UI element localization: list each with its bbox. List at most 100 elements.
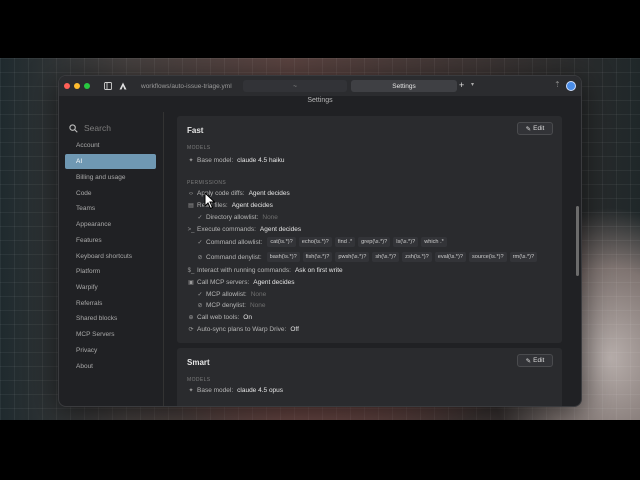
directory-allowlist-row: ✓ Directory allowlist: None bbox=[196, 214, 278, 221]
share-icon[interactable]: ⇡ bbox=[554, 80, 561, 89]
edit-button[interactable]: ✎ Edit bbox=[517, 122, 553, 135]
command-allowlist-row: ✓ Command allowlist: cat(\s.*)? echo(\s.… bbox=[196, 237, 447, 247]
minimize-window-button[interactable] bbox=[74, 83, 80, 89]
denylist-chip: eval(\s.*)? bbox=[434, 252, 466, 262]
check-icon: ✓ bbox=[197, 215, 203, 221]
code-icon: ‹› bbox=[189, 190, 193, 197]
base-model-value: claude 4.5 opus bbox=[237, 387, 284, 394]
mcp-servers-label: Call MCP servers: bbox=[197, 279, 250, 286]
mcp-allowlist-label: MCP allowlist: bbox=[206, 291, 247, 298]
allowlist-chip: which .* bbox=[421, 237, 447, 247]
sidebar-item-ai[interactable]: AI bbox=[65, 154, 156, 169]
tab-settings-label: Settings bbox=[392, 82, 416, 90]
search-placeholder: Search bbox=[84, 123, 111, 133]
allowlist-chip: cat(\s.*)? bbox=[267, 237, 296, 247]
base-model-row: ✦ Base model: claude 4.5 opus bbox=[187, 387, 283, 394]
execute-commands-value: Agent decides bbox=[259, 226, 302, 233]
profile-card-smart: Smart ✎ Edit MODELS ✦ Base model: claude… bbox=[177, 348, 562, 406]
block-icon: ⊘ bbox=[197, 303, 203, 309]
base-model-row: ✦ Base model: claude 4.5 haiku bbox=[187, 157, 284, 164]
read-files-value: Agent decides bbox=[231, 202, 273, 209]
terminal-icon: >_ bbox=[187, 226, 195, 233]
sidebar-item-privacy[interactable]: Privacy bbox=[65, 343, 156, 358]
profile-title: Smart bbox=[187, 358, 210, 367]
new-tab-button[interactable]: + bbox=[459, 80, 464, 90]
mcp-denylist-row: ⊘ MCP denylist: None bbox=[196, 302, 266, 309]
models-section-header: MODELS bbox=[187, 145, 211, 151]
denylist-chip: source(\s.*)? bbox=[468, 252, 507, 262]
window-controls bbox=[64, 83, 90, 89]
block-icon: ⊘ bbox=[197, 254, 203, 261]
warp-logo-icon bbox=[118, 81, 128, 91]
base-model-label: Base model: bbox=[197, 387, 234, 394]
denylist-chip: fish(\s.*)? bbox=[302, 252, 333, 262]
server-icon: ▣ bbox=[188, 280, 194, 286]
search-field[interactable]: Search bbox=[69, 123, 111, 133]
sidebar-item-teams[interactable]: Teams bbox=[65, 201, 156, 216]
command-denylist-row: ⊘ Command denylist: bash(\s.*)? fish(\s.… bbox=[196, 252, 538, 262]
sync-icon: ⟳ bbox=[188, 327, 194, 333]
sparkle-icon: ✦ bbox=[188, 388, 194, 394]
sidebar-item-account[interactable]: Account bbox=[65, 138, 156, 153]
page-title: Settings bbox=[307, 97, 333, 104]
command-allowlist-label: Command allowlist: bbox=[206, 238, 263, 246]
allowlist-chip: ls(\s.*)? bbox=[393, 237, 419, 247]
auto-sync-label: Auto-sync plans to Warp Drive: bbox=[197, 326, 287, 333]
sidebar-item-keyboard-shortcuts[interactable]: Keyboard shortcuts bbox=[65, 249, 156, 264]
file-icon: ▤ bbox=[188, 203, 194, 209]
title-bar: workflows/auto-issue-triage.yml ~ Settin… bbox=[59, 76, 581, 96]
sidebar-item-platform[interactable]: Platform bbox=[65, 264, 156, 279]
zoom-window-button[interactable] bbox=[84, 83, 90, 89]
tab-terminal[interactable]: ~ bbox=[243, 80, 347, 92]
check-icon: ✓ bbox=[197, 292, 203, 298]
check-icon: ✓ bbox=[197, 239, 203, 246]
models-section-header: MODELS bbox=[187, 377, 211, 383]
allowlist-chip: grep(\s.*)? bbox=[358, 237, 391, 247]
mouse-cursor-icon bbox=[204, 192, 216, 210]
chevron-down-icon[interactable]: ▾ bbox=[471, 81, 474, 88]
mcp-denylist-value: None bbox=[249, 302, 266, 309]
sidebar-toggle-icon[interactable] bbox=[103, 81, 113, 91]
interact-commands-label: Interact with running commands: bbox=[197, 267, 291, 274]
scrollbar[interactable] bbox=[576, 206, 579, 276]
denylist-chip: bash(\s.*)? bbox=[266, 252, 300, 262]
globe-icon: ⊕ bbox=[188, 315, 194, 321]
profile-title: Fast bbox=[187, 126, 204, 135]
mcp-allowlist-row: ✓ MCP allowlist: None bbox=[196, 291, 266, 298]
tab-workflow-file[interactable]: workflows/auto-issue-triage.yml bbox=[141, 80, 241, 92]
sidebar-item-about[interactable]: About bbox=[65, 359, 156, 374]
sidebar-item-code[interactable]: Code bbox=[65, 186, 156, 201]
auto-sync-value: Off bbox=[290, 326, 299, 333]
tab-settings[interactable]: Settings bbox=[351, 80, 457, 92]
mcp-denylist-label: MCP denylist: bbox=[206, 302, 246, 309]
mcp-servers-row: ▣ Call MCP servers: Agent decides bbox=[187, 279, 294, 286]
settings-content: Fast ✎ Edit MODELS ✦ Base model: claude … bbox=[164, 112, 581, 406]
sidebar-item-features[interactable]: Features bbox=[65, 233, 156, 248]
directory-allowlist-value: None bbox=[262, 214, 278, 221]
execute-commands-row: >_ Execute commands: Agent decides bbox=[187, 226, 302, 233]
command-denylist-label: Command denylist: bbox=[206, 253, 262, 261]
search-icon bbox=[69, 123, 78, 133]
base-model-label: Base model: bbox=[197, 157, 234, 164]
allowlist-chip: echo(\s.*)? bbox=[298, 237, 332, 247]
sidebar-item-shared-blocks[interactable]: Shared blocks bbox=[65, 311, 156, 326]
close-window-button[interactable] bbox=[64, 83, 70, 89]
denylist-chip: zsh(\s.*)? bbox=[402, 252, 432, 262]
sidebar-item-referrals[interactable]: Referrals bbox=[65, 296, 156, 311]
interact-commands-value: Ask on first write bbox=[294, 267, 343, 274]
edit-button[interactable]: ✎ Edit bbox=[517, 354, 553, 367]
sidebar-item-appearance[interactable]: Appearance bbox=[65, 217, 156, 232]
tab-workflow-file-label: workflows/auto-issue-triage.yml bbox=[141, 82, 232, 90]
denylist-chip: rm(\s.*)? bbox=[509, 252, 538, 262]
sidebar-item-mcp-servers[interactable]: MCP Servers bbox=[65, 327, 156, 342]
allowlist-chip: find .* bbox=[334, 237, 356, 247]
sidebar-item-warpify[interactable]: Warpify bbox=[65, 280, 156, 295]
web-tools-row: ⊕ Call web tools: On bbox=[187, 314, 251, 321]
edit-button-label: Edit bbox=[533, 125, 545, 132]
edit-button-label: Edit bbox=[533, 357, 545, 364]
sidebar-item-billing[interactable]: Billing and usage bbox=[65, 170, 156, 185]
denylist-chip: sh(\s.*)? bbox=[372, 252, 400, 262]
profile-card-fast: Fast ✎ Edit MODELS ✦ Base model: claude … bbox=[177, 116, 562, 343]
avatar[interactable] bbox=[566, 81, 576, 91]
terminal-input-icon: $_ bbox=[187, 267, 195, 274]
